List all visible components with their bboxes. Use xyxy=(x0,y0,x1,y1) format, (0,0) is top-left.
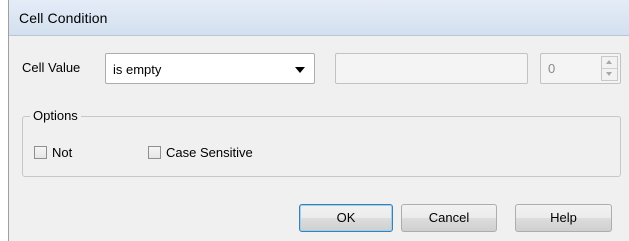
chevron-down-icon[interactable] xyxy=(295,67,305,73)
spinner-buttons xyxy=(601,56,618,81)
spinner-value: 0 xyxy=(548,61,556,76)
ok-button[interactable]: OK xyxy=(299,204,393,232)
help-button[interactable]: Help xyxy=(515,204,612,232)
operator-select[interactable]: is empty xyxy=(105,53,315,84)
operator-select-value: is empty xyxy=(113,62,162,77)
dialog-title: Cell Condition xyxy=(19,10,108,26)
case-sensitive-label: Case Sensitive xyxy=(166,145,253,160)
options-group: Options Not Case Sensitive xyxy=(22,108,621,177)
cancel-button[interactable]: Cancel xyxy=(401,204,497,232)
second-value-spinner[interactable]: 0 xyxy=(540,53,621,84)
cell-value-label: Cell Value xyxy=(22,60,81,75)
not-checkbox[interactable] xyxy=(34,146,47,159)
options-legend: Options xyxy=(30,108,81,123)
title-bar: Cell Condition xyxy=(9,0,629,36)
case-sensitive-option[interactable]: Case Sensitive xyxy=(148,145,253,160)
not-checkbox-label: Not xyxy=(52,145,73,160)
spin-up-icon[interactable] xyxy=(602,57,617,69)
case-sensitive-checkbox[interactable] xyxy=(148,146,161,159)
not-option[interactable]: Not xyxy=(34,145,72,160)
cell-condition-dialog: Cell Condition Cell Value is empty 0 Opt… xyxy=(8,0,629,241)
value-input[interactable] xyxy=(335,53,528,84)
spin-down-icon[interactable] xyxy=(602,69,617,80)
